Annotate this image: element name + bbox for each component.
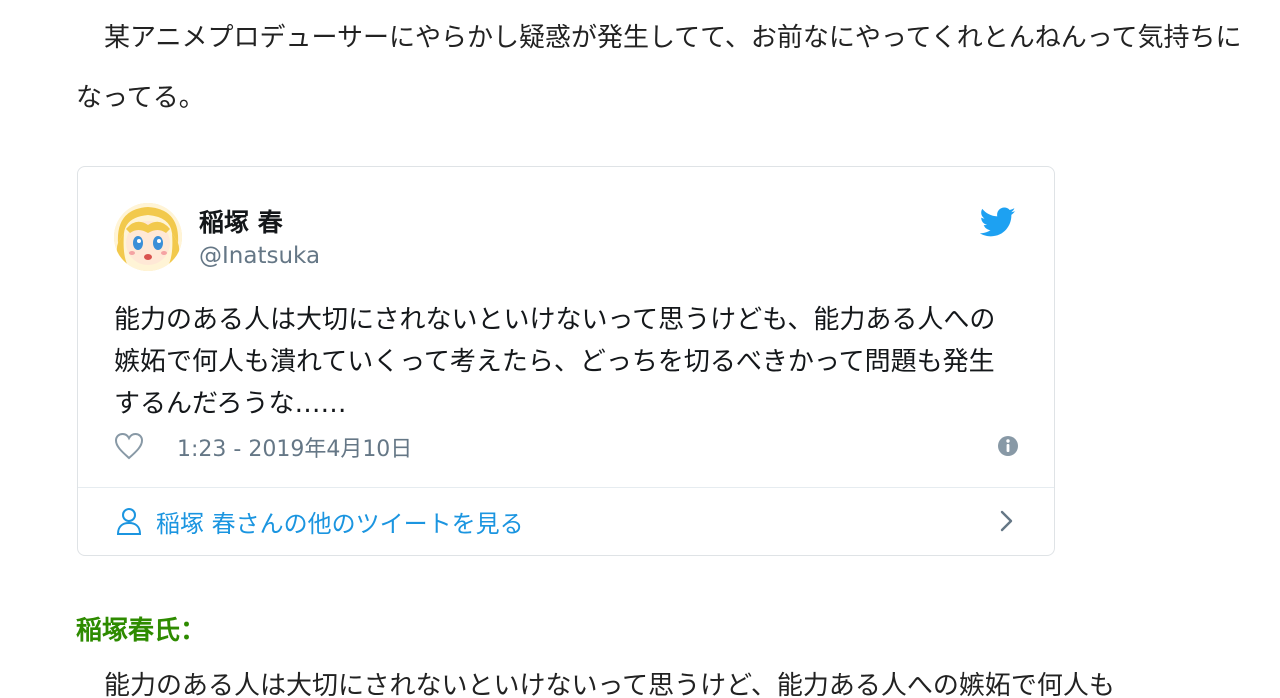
intro-paragraph: 某アニメプロデューサーにやらかし疑惑が発生してて、お前なにやってくれとんねんって… — [76, 8, 1280, 128]
quote-paragraph-text: 能力のある人は大切にされないといけないって思うけど、能力ある人への嫉妬で何人も — [104, 671, 1115, 698]
tweet-author-name[interactable]: 稲塚 春 — [199, 203, 283, 239]
quote-paragraph: 能力のある人は大切にされないといけないって思うけど、能力ある人への嫉妬で何人も — [76, 656, 1115, 698]
chevron-right-icon[interactable] — [999, 509, 1015, 533]
tweet-meta-row: 1:23 - 2019年4月10日 — [114, 429, 1019, 465]
speaker-heading: 稲塚春氏： — [76, 616, 207, 646]
tweet-text: 能力のある人は大切にされないといけないって思うけども、能力ある人への嫉妬で何人も… — [114, 305, 996, 419]
article-page: 某アニメプロデューサーにやらかし疑惑が発生してて、お前なにやってくれとんねんって… — [0, 0, 1280, 698]
person-icon — [116, 507, 142, 535]
info-icon[interactable] — [997, 435, 1019, 457]
card-divider — [78, 487, 1054, 488]
tweet-timestamp[interactable]: 1:23 - 2019年4月10日 — [177, 431, 412, 463]
intro-paragraph-text: 某アニメプロデューサーにやらかし疑惑が発生してて、お前なにやってくれとんねんって… — [76, 23, 1242, 113]
tweet-author-handle[interactable]: @Inatsuka — [199, 243, 320, 269]
embedded-tweet-card[interactable]: 稲塚 春 @Inatsuka 能力のある人は大切にされないといけないって思うけど… — [77, 166, 1055, 556]
avatar-illustration — [114, 203, 182, 271]
twitter-bird-icon[interactable] — [979, 207, 1016, 239]
avatar[interactable] — [114, 203, 182, 271]
more-tweets-label[interactable]: 稲塚 春さんの他のツイートを見る — [156, 504, 524, 539]
more-tweets-link[interactable]: 稲塚 春さんの他のツイートを見る — [114, 501, 1019, 541]
heart-icon[interactable] — [114, 432, 144, 460]
